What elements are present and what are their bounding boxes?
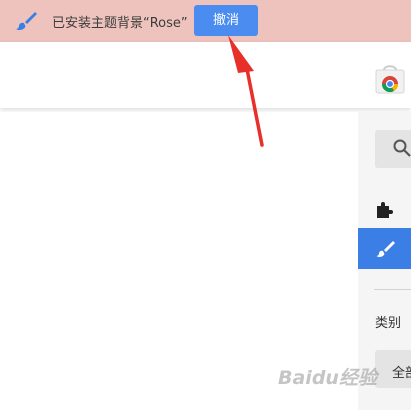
extensions-puzzle-icon[interactable] bbox=[374, 200, 394, 220]
undo-button[interactable]: 撤消 bbox=[194, 5, 258, 36]
notification-message: 已安装主题背景“Rose” bbox=[52, 16, 188, 31]
chrome-web-store-icon[interactable] bbox=[374, 64, 406, 94]
category-dropdown-value: 全部 bbox=[392, 366, 411, 381]
store-header bbox=[0, 42, 411, 108]
paintbrush-icon bbox=[16, 12, 37, 31]
search-icon bbox=[393, 139, 411, 157]
theme-installed-notification: 已安装主题背景“Rose” 撤消 bbox=[0, 0, 411, 42]
themes-brush-icon bbox=[376, 241, 395, 258]
baidu-watermark: Baidu经验 bbox=[278, 367, 377, 389]
category-label: 类别 bbox=[375, 316, 402, 331]
sidebar-divider bbox=[374, 289, 411, 290]
